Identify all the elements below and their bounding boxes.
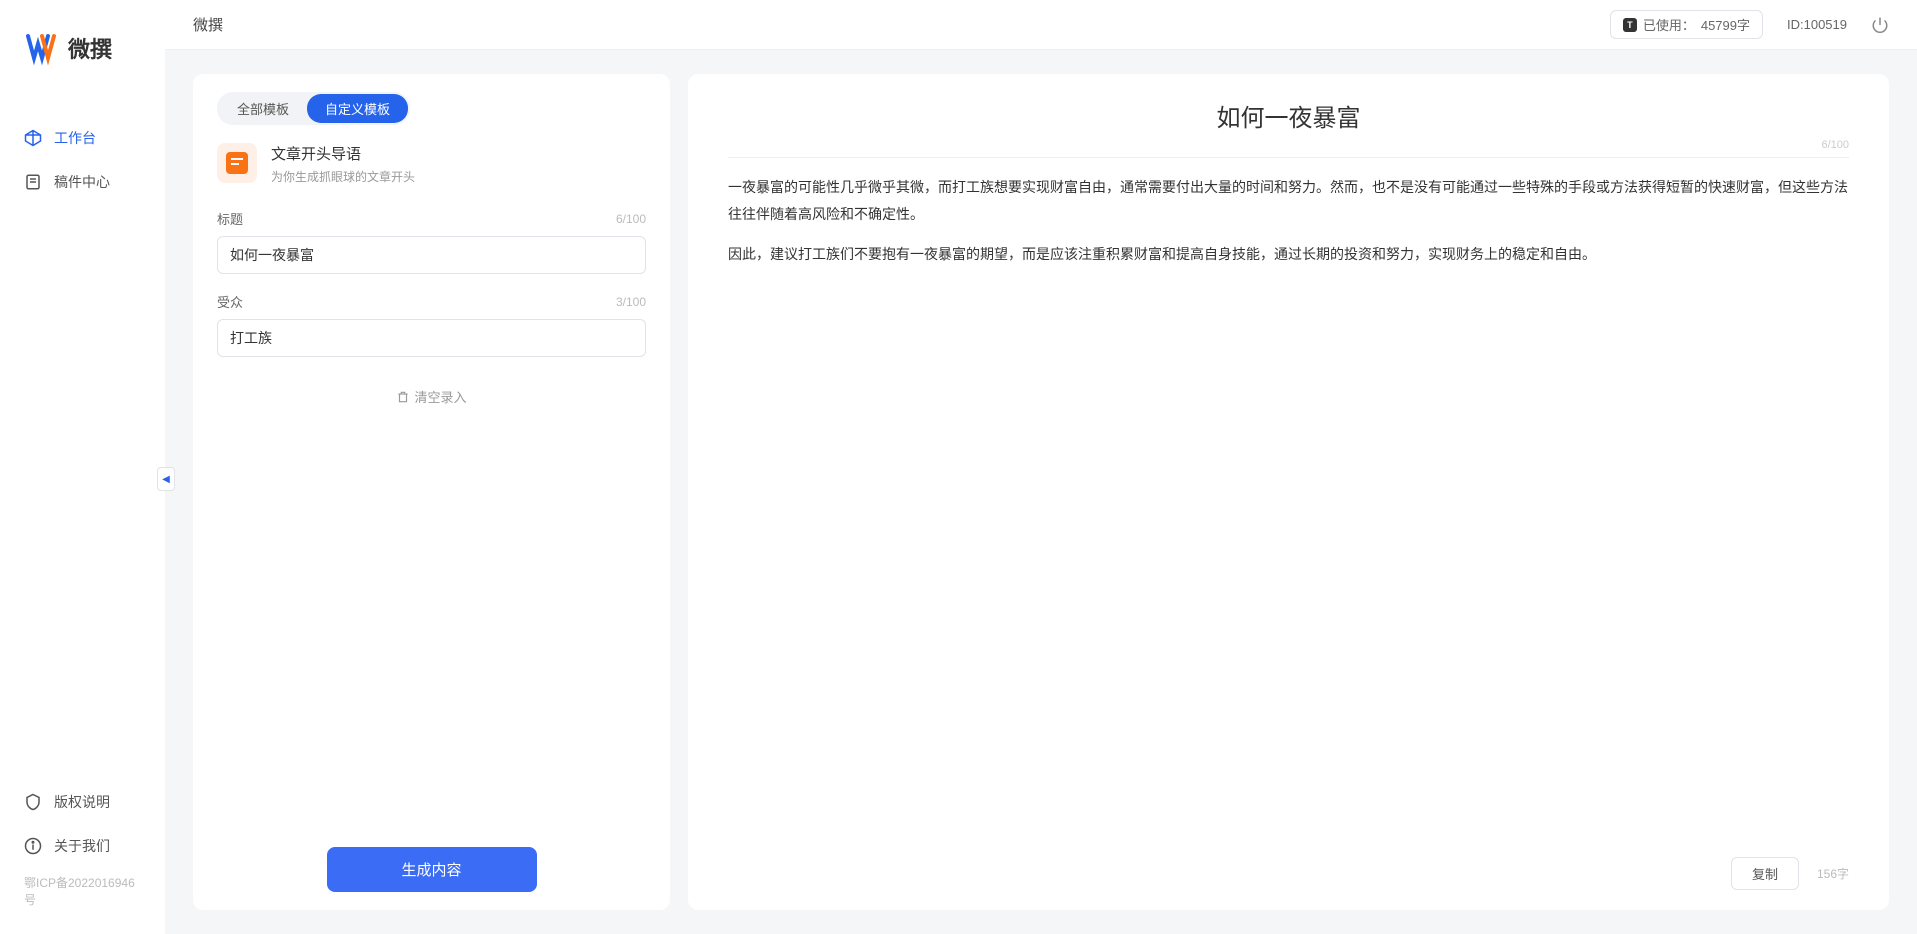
template-title: 文章开头导语: [271, 143, 415, 164]
sidebar-item-label: 工作台: [54, 128, 96, 148]
shield-icon: [24, 793, 42, 811]
document-icon: [24, 173, 42, 191]
output-panel: 如何一夜暴富 6/100 一夜暴富的可能性几乎微乎其微，而打工族想要实现财富自由…: [688, 74, 1889, 910]
user-id-label: ID:100519: [1787, 17, 1847, 32]
sidebar-item-drafts[interactable]: 稿件中心: [0, 160, 165, 204]
article-title-count: 6/100: [728, 139, 1849, 158]
title-char-count: 6/100: [616, 212, 646, 226]
brand-name: 微撰: [68, 32, 112, 64]
power-icon[interactable]: [1871, 16, 1889, 34]
copy-button[interactable]: 复制: [1731, 857, 1799, 890]
chevron-left-icon: ◀: [162, 474, 170, 485]
topbar: 微撰 T 已使用： 45799字 ID:100519: [165, 0, 1917, 50]
tab-custom-templates[interactable]: 自定义模板: [307, 94, 408, 123]
sidebar-bottom: 版权说明 关于我们 鄂ICP备2022016946号: [0, 780, 165, 934]
sidebar-item-label: 稿件中心: [54, 172, 110, 192]
text-icon: T: [1623, 18, 1637, 32]
template-tabs: 全部模板 自定义模板: [217, 92, 410, 125]
tab-all-templates[interactable]: 全部模板: [219, 94, 307, 123]
sidebar-item-about[interactable]: 关于我们: [0, 824, 165, 868]
title-label: 标题: [217, 209, 243, 228]
usage-badge[interactable]: T 已使用： 45799字: [1610, 10, 1763, 39]
collapse-sidebar-button[interactable]: ◀: [157, 467, 175, 491]
brand-logo: 微撰: [0, 30, 165, 116]
audience-char-count: 3/100: [616, 295, 646, 309]
sidebar-item-workspace[interactable]: 工作台: [0, 116, 165, 160]
icp-text: 鄂ICP备2022016946号: [0, 868, 165, 914]
info-icon: [24, 837, 42, 855]
clear-input-label: 清空录入: [414, 387, 466, 406]
output-word-count: 156字: [1817, 865, 1849, 882]
article-title: 如何一夜暴富: [728, 98, 1849, 133]
template-icon: [217, 143, 257, 183]
audience-input[interactable]: [217, 319, 646, 357]
template-desc: 为你生成抓眼球的文章开头: [271, 168, 415, 185]
sidebar: 微撰 工作台 稿件中心 版权说明 关于我们 鄂ICP备2022016946号: [0, 0, 165, 934]
article-paragraph: 因此，建议打工族们不要抱有一夜暴富的期望，而是应该注重积累财富和提高自身技能，通…: [728, 241, 1849, 268]
template-header: 文章开头导语 为你生成抓眼球的文章开头: [217, 143, 646, 185]
input-panel: 全部模板 自定义模板 文章开头导语 为你生成抓眼球的文章开头 标题 6/100: [193, 74, 670, 910]
article-paragraph: 一夜暴富的可能性几乎微乎其微，而打工族想要实现财富自由，通常需要付出大量的时间和…: [728, 174, 1849, 227]
audience-label: 受众: [217, 292, 243, 311]
title-input[interactable]: [217, 236, 646, 274]
usage-value: 45799字: [1701, 15, 1750, 34]
usage-prefix: 已使用：: [1643, 15, 1695, 34]
page-title: 微撰: [193, 14, 223, 35]
sidebar-item-copyright[interactable]: 版权说明: [0, 780, 165, 824]
cube-icon: [24, 129, 42, 147]
clear-input-link[interactable]: 清空录入: [396, 387, 466, 406]
generate-button[interactable]: 生成内容: [327, 847, 537, 892]
article-body: 一夜暴富的可能性几乎微乎其微，而打工族想要实现财富自由，通常需要付出大量的时间和…: [728, 174, 1849, 282]
sidebar-item-label: 关于我们: [54, 836, 110, 856]
sidebar-item-label: 版权说明: [54, 792, 110, 812]
trash-icon: [396, 390, 410, 404]
logo-icon: [24, 30, 60, 66]
main-nav: 工作台 稿件中心: [0, 116, 165, 780]
